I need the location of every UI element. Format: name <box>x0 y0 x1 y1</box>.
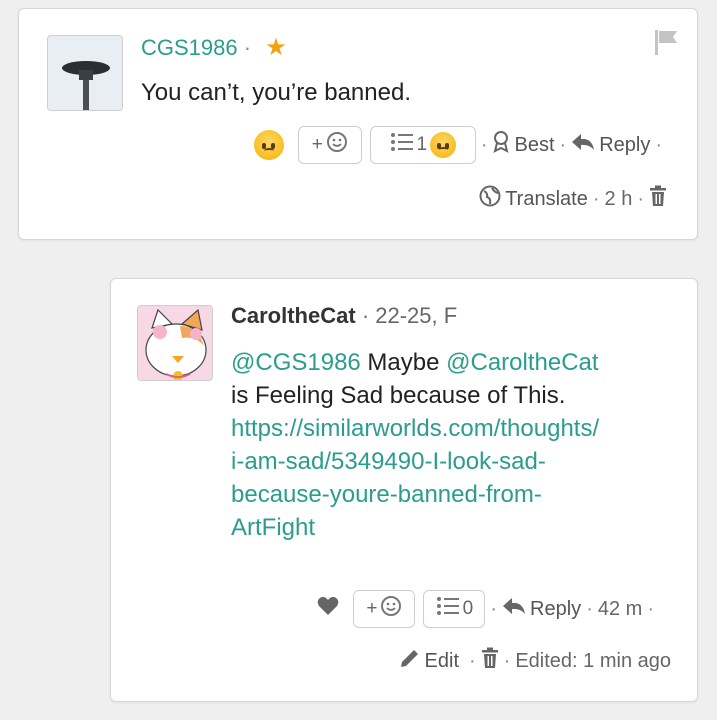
edited-timestamp: Edited: 1 min ago <box>515 649 671 672</box>
separator: · <box>480 133 488 156</box>
sad-face-emoji <box>430 132 457 158</box>
reply-icon <box>571 132 595 158</box>
reactions-count: 1 <box>416 134 428 155</box>
add-reaction-button[interactable]: + <box>297 126 362 164</box>
avatar-carolthecat[interactable] <box>137 305 213 381</box>
comment-meta-row: Translate · 2 h · <box>479 183 667 215</box>
separator: · <box>490 597 498 620</box>
pencil-icon <box>399 647 421 675</box>
comment-link[interactable]: https://similarworlds.com/thoughts/ i-am… <box>231 412 681 544</box>
edit-button[interactable]: Edit <box>399 647 459 675</box>
author-separator: · <box>243 35 252 60</box>
separator: · <box>503 649 511 672</box>
separator: · <box>647 597 654 620</box>
globe-icon <box>479 185 501 213</box>
author-name[interactable]: CaroltheCat <box>231 303 356 328</box>
separator: · <box>637 187 644 210</box>
comment-meta-row: Edit · · Edited: 1 min ago <box>399 645 671 677</box>
best-button[interactable]: Best <box>492 131 555 159</box>
reactions-count: 0 <box>462 598 474 619</box>
list-icon <box>436 595 460 623</box>
separator: · <box>655 133 662 156</box>
reply-label: Reply <box>599 133 651 156</box>
reply-button[interactable]: Reply <box>571 132 650 158</box>
mention-carolthecat[interactable]: @CaroltheCat <box>446 349 598 376</box>
separator: · <box>586 597 593 620</box>
translate-label: Translate <box>505 187 588 210</box>
flag-icon[interactable] <box>651 27 681 62</box>
timestamp: 2 h <box>604 187 633 210</box>
heart-icon[interactable] <box>317 596 339 622</box>
timestamp: 42 m <box>597 597 643 620</box>
add-reaction-button[interactable]: + <box>353 590 416 628</box>
reactions-list-button[interactable]: 0 <box>423 590 486 628</box>
author-line: CaroltheCat · 22-25, F <box>231 303 457 329</box>
reactions-list-button[interactable]: 1 <box>369 126 476 164</box>
link-line: ArtFight <box>231 514 316 541</box>
reply-label: Reply <box>530 597 582 620</box>
author-meta: · 22-25, F <box>361 303 458 328</box>
add-emoji-icon <box>326 131 348 159</box>
sad-face-emoji[interactable] <box>253 130 284 160</box>
separator: · <box>559 133 567 156</box>
text-after: is Feeling Sad because of This. <box>231 382 566 409</box>
comment-text: You can’t, you’re banned. <box>141 79 411 106</box>
award-icon <box>492 131 510 159</box>
mention-cgs1986[interactable]: @CGS1986 <box>231 349 361 376</box>
translate-button[interactable]: Translate <box>479 185 588 213</box>
author-name[interactable]: CGS1986 <box>141 35 238 60</box>
add-reaction-label: + <box>311 134 323 155</box>
link-line: https://similarworlds.com/thoughts/ <box>231 415 600 442</box>
reply-button[interactable]: Reply <box>502 596 581 622</box>
text-mid: Maybe <box>360 349 447 376</box>
list-icon <box>390 131 414 159</box>
link-line: i-am-sad/5349490-I-look-sad- <box>231 448 546 475</box>
edit-label: Edit <box>424 649 459 672</box>
trash-icon[interactable] <box>481 647 499 675</box>
trash-icon[interactable] <box>649 185 667 213</box>
comment-text: @CGS1986 Maybe @CaroltheCat is Feeling S… <box>231 346 681 544</box>
avatar-cgs1986[interactable] <box>47 35 123 111</box>
reply-icon <box>502 596 526 622</box>
add-emoji-icon <box>380 595 402 623</box>
add-reaction-label: + <box>366 598 378 619</box>
comment-actions: + 0 · Reply · 42 m · <box>317 589 659 629</box>
comment-card-carolthecat: CaroltheCat · 22-25, F @CGS1986 Maybe @C… <box>110 278 698 702</box>
best-label: Best <box>514 133 555 156</box>
comment-card-cgs1986: CGS1986 · ★ You can’t, you’re banned. + … <box>18 8 698 240</box>
separator: · <box>592 187 600 210</box>
star-icon: ★ <box>265 34 287 61</box>
separator: · <box>469 649 476 672</box>
comment-actions: + 1 · Best · Reply · <box>253 125 667 165</box>
author-line: CGS1986 · ★ <box>141 33 287 62</box>
link-line: because-youre-banned-from- <box>231 481 542 508</box>
